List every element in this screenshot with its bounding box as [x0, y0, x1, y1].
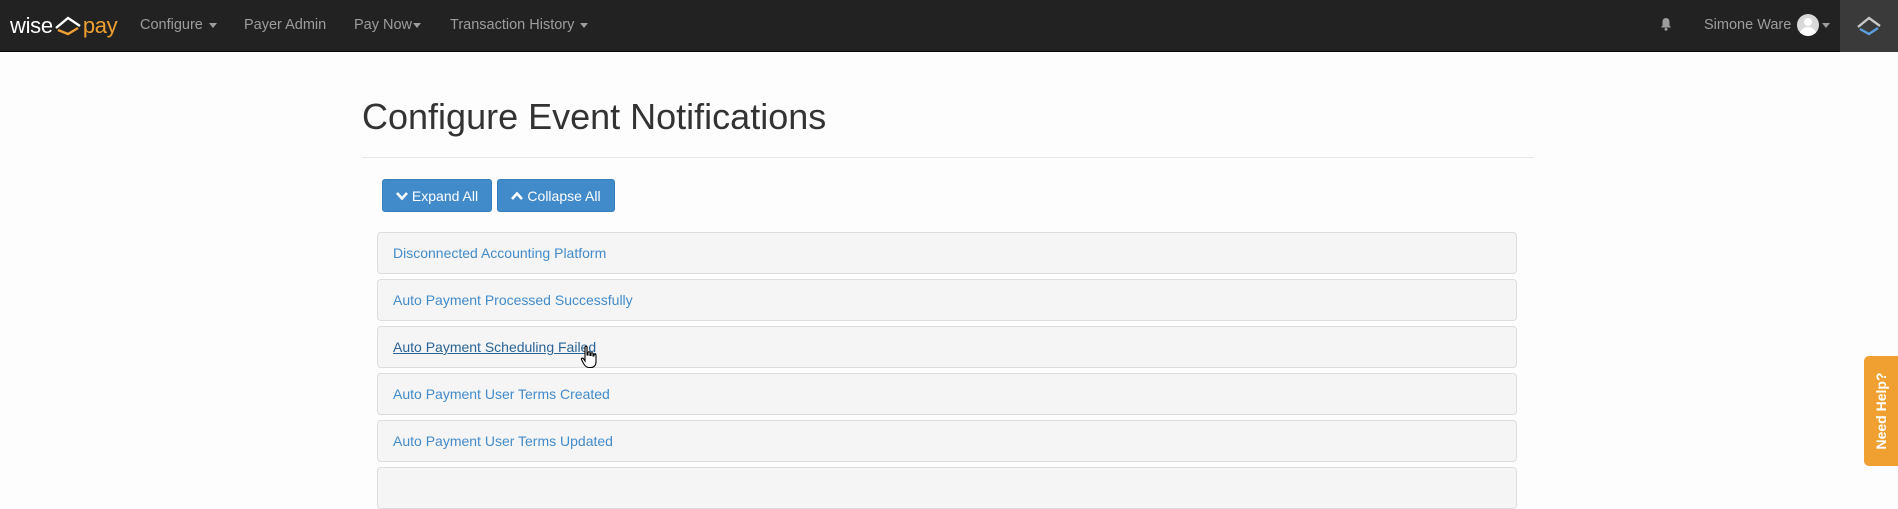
notification-panel[interactable]: Auto Payment Processed Successfully [377, 279, 1517, 321]
user-menu[interactable]: Simone Ware [1704, 0, 1831, 50]
nav-configure[interactable]: Configure [140, 0, 217, 50]
nav-pay-now-label: Pay Now [354, 17, 413, 33]
logo-diamond-icon [55, 16, 81, 36]
notification-link[interactable]: Auto Payment User Terms Created [393, 386, 610, 402]
nav-transaction-history-label: Transaction History [450, 17, 575, 33]
need-help-label: Need Help? [1873, 372, 1889, 450]
chevron-up-icon [511, 191, 524, 200]
bell-icon[interactable] [1658, 16, 1674, 32]
page-title: Configure Event Notifications [362, 96, 827, 137]
nav-payer-admin[interactable]: Payer Admin [244, 0, 326, 50]
nav-payer-admin-label: Payer Admin [244, 17, 327, 33]
notification-panel[interactable]: Auto Payment Scheduling Failed [377, 326, 1517, 368]
nav-transaction-history[interactable]: Transaction History [450, 0, 589, 50]
brand-text-pay: pay [82, 13, 118, 38]
notification-panel[interactable]: Disconnected Accounting Platform [377, 232, 1517, 274]
notification-panel[interactable]: Auto Payment User Terms Created [377, 373, 1517, 415]
top-navbar: wise pay Configure Payer Admin Pay Now T… [0, 0, 1898, 52]
notification-panel[interactable]: Auto Payment User Terms Updated [377, 420, 1517, 462]
notification-link[interactable]: Auto Payment User Terms Updated [393, 433, 613, 449]
notification-panel[interactable] [377, 467, 1517, 509]
wisepay-diamond-icon [1857, 16, 1881, 36]
caret-down-icon [413, 22, 422, 28]
expand-all-label: Expand All [411, 187, 479, 204]
nav-configure-label: Configure [140, 17, 203, 33]
brand-text-wise: wise [10, 13, 53, 38]
user-name: Simone Ware [1704, 17, 1792, 33]
caret-down-icon [1822, 22, 1831, 28]
caret-down-icon [580, 22, 589, 28]
collapse-all-button[interactable]: Collapse All [497, 179, 615, 212]
notification-link[interactable]: Disconnected Accounting Platform [393, 245, 606, 261]
collapse-all-label: Collapse All [527, 187, 601, 204]
notification-link[interactable]: Auto Payment Scheduling Failed [393, 339, 596, 355]
hand-pointer-cursor-icon [580, 345, 597, 369]
notification-link[interactable]: Auto Payment Processed Successfully [393, 292, 633, 308]
avatar [1797, 14, 1820, 36]
caret-down-icon [208, 22, 217, 28]
wisepay-logo[interactable]: wise pay [10, 12, 118, 40]
expand-all-button[interactable]: Expand All [382, 179, 492, 212]
app-switcher-button[interactable] [1840, 0, 1898, 52]
nav-pay-now[interactable]: Pay Now [354, 0, 422, 50]
need-help-tab[interactable]: Need Help? [1864, 356, 1898, 466]
chevron-down-icon [395, 191, 408, 200]
title-divider [362, 157, 1534, 158]
